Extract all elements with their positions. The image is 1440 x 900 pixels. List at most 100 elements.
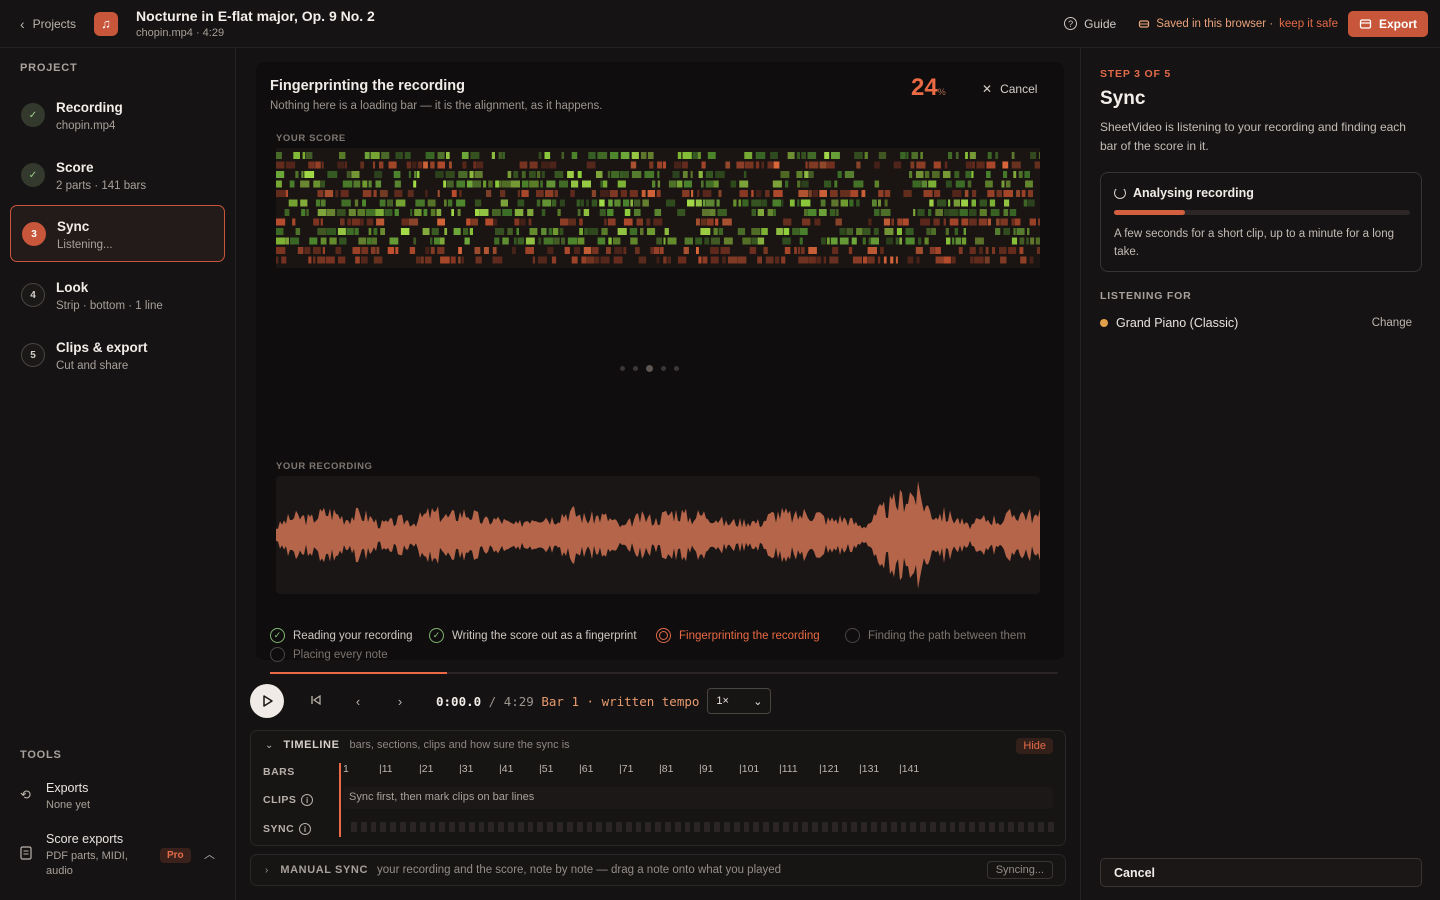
info-icon[interactable]: i bbox=[301, 794, 314, 806]
fingerprint-cell bbox=[965, 152, 968, 159]
fingerprint-cell bbox=[776, 228, 783, 235]
fingerprint-cell bbox=[1034, 161, 1040, 169]
fingerprint-cell bbox=[716, 199, 720, 207]
fingerprint-cell bbox=[1016, 228, 1025, 235]
fingerprint-cell bbox=[986, 171, 991, 178]
sidebar-step-recording[interactable]: ✓ Recording chopin.mp4 bbox=[10, 87, 225, 144]
check-label: Reading your recording bbox=[293, 629, 413, 642]
sync-cell bbox=[723, 822, 730, 832]
sync-cell bbox=[998, 822, 1005, 832]
fingerprint-cell bbox=[799, 237, 803, 245]
fingerprint-cell bbox=[883, 218, 891, 226]
sidebar-step-look[interactable]: 4 Look Strip · bottom · 1 line bbox=[10, 267, 225, 324]
fingerprint-cell bbox=[700, 218, 707, 226]
fingerprint-cell bbox=[737, 256, 747, 264]
fingerprint-cell bbox=[809, 171, 814, 178]
fingerprint-cell bbox=[895, 237, 899, 245]
fingerprint-cell bbox=[541, 209, 546, 216]
tool-score-exports[interactable]: Score exports PDF parts, MIDI, audio Pro… bbox=[20, 832, 220, 882]
fingerprint-cell bbox=[521, 190, 529, 197]
fingerprint-cell bbox=[852, 256, 862, 264]
guide-button[interactable]: ? Guide bbox=[1064, 17, 1116, 31]
fingerprint-cell bbox=[713, 180, 719, 188]
keep-it-safe-link[interactable]: keep it safe bbox=[1279, 18, 1338, 30]
fingerprint-cell bbox=[1000, 256, 1007, 264]
fingerprint-cell bbox=[657, 171, 660, 178]
fingerprint-cell bbox=[979, 209, 987, 216]
fingerprint-cell bbox=[715, 171, 725, 178]
fingerprint-cell bbox=[851, 237, 857, 245]
fingerprint-cell bbox=[541, 171, 545, 178]
fingerprint-cell bbox=[586, 256, 595, 264]
fingerprint-cell bbox=[317, 228, 327, 235]
clips-track[interactable]: Sync first, then mark clips on bar lines bbox=[343, 787, 1053, 809]
project-subtitle: chopin.mp4 · 4:29 bbox=[136, 27, 225, 39]
fingerprint-cell bbox=[691, 190, 694, 197]
info-icon[interactable]: i bbox=[299, 823, 312, 835]
fingerprint-cell bbox=[797, 180, 801, 188]
change-instrument-button[interactable]: Change bbox=[1372, 317, 1412, 329]
cancel-alignment-button[interactable]: ✕ Cancel bbox=[982, 82, 1037, 96]
export-button[interactable]: Export bbox=[1347, 10, 1428, 37]
fingerprint-cell bbox=[640, 152, 647, 159]
fingerprint-cell bbox=[900, 152, 906, 159]
manual-sync-panel[interactable]: › MANUAL SYNC your recording and the sco… bbox=[250, 854, 1066, 886]
cancel-button[interactable]: Cancel bbox=[1100, 858, 1422, 887]
percent-value: 24 bbox=[911, 74, 938, 101]
fingerprint-cell bbox=[757, 209, 764, 216]
sync-cell bbox=[674, 822, 681, 832]
fingerprint-cell bbox=[832, 247, 839, 254]
transport-bar: ‹ › 0:00.0 / 4:29 Bar 1 · written tempo … bbox=[250, 684, 1070, 718]
fingerprint-cell bbox=[844, 171, 855, 178]
fingerprint-cell bbox=[965, 161, 972, 169]
main-area: Fingerprinting the recording Nothing her… bbox=[236, 48, 1080, 900]
fingerprint-cell bbox=[819, 190, 827, 197]
fingerprint-cell bbox=[577, 171, 582, 178]
fingerprint-cell bbox=[953, 199, 960, 207]
next-bar-button[interactable]: › bbox=[390, 694, 410, 709]
fingerprint-cell bbox=[285, 237, 289, 245]
back-to-projects-button[interactable]: ‹ Projects bbox=[20, 16, 76, 32]
step-label: Recording bbox=[56, 100, 123, 115]
fingerprint-cell bbox=[695, 199, 702, 207]
fingerprint-cell bbox=[959, 209, 968, 216]
fingerprint-cell bbox=[308, 256, 312, 264]
hide-timeline-button[interactable]: Hide bbox=[1016, 738, 1053, 754]
fingerprint-cell bbox=[683, 247, 689, 254]
tool-exports[interactable]: ⟲ Exports None yet bbox=[20, 781, 220, 815]
fingerprint-cell bbox=[830, 190, 838, 197]
fingerprint-cell bbox=[878, 190, 884, 197]
timeline-header[interactable]: ⌄ TIMELINE bars, sections, clips and how… bbox=[265, 739, 570, 751]
score-fingerprint bbox=[276, 148, 1040, 268]
fingerprint-cell bbox=[783, 228, 790, 235]
playback-speed-select[interactable]: 1× ⌄ bbox=[707, 688, 772, 714]
fingerprint-cell bbox=[797, 247, 800, 254]
fingerprint-cell bbox=[961, 218, 969, 226]
fingerprint-cell bbox=[346, 228, 354, 235]
in-progress-icon bbox=[656, 628, 671, 643]
sidebar-step-score[interactable]: ✓ Score 2 parts · 141 bars bbox=[10, 147, 225, 204]
chevron-up-icon[interactable]: ︿ bbox=[204, 846, 215, 862]
fingerprint-cell bbox=[461, 256, 464, 264]
fingerprint-cell bbox=[707, 218, 714, 226]
sync-cell bbox=[419, 822, 426, 832]
fingerprint-cell bbox=[357, 209, 366, 216]
sidebar-step-clips-export[interactable]: 5 Clips & export Cut and share bbox=[10, 327, 225, 384]
play-button[interactable] bbox=[250, 684, 284, 718]
fingerprint-cell bbox=[1004, 199, 1010, 207]
sync-cell bbox=[1028, 822, 1034, 832]
saved-status: Saved in this browser · keep it safe bbox=[1138, 18, 1338, 30]
fingerprint-cell bbox=[394, 190, 403, 197]
fingerprint-cell bbox=[554, 190, 558, 197]
fingerprint-cell bbox=[344, 161, 347, 169]
fingerprint-cell bbox=[923, 190, 933, 197]
sidebar-step-sync[interactable]: 3 Sync Listening... bbox=[10, 205, 225, 262]
playhead[interactable] bbox=[339, 763, 341, 837]
fingerprint-cell bbox=[447, 199, 453, 207]
skip-to-start-button[interactable] bbox=[306, 694, 326, 709]
fingerprint-cell bbox=[668, 180, 676, 188]
fingerprint-cell bbox=[327, 209, 336, 216]
fingerprint-cell bbox=[486, 190, 492, 197]
previous-bar-button[interactable]: ‹ bbox=[348, 694, 368, 709]
fingerprint-cell bbox=[543, 237, 554, 245]
